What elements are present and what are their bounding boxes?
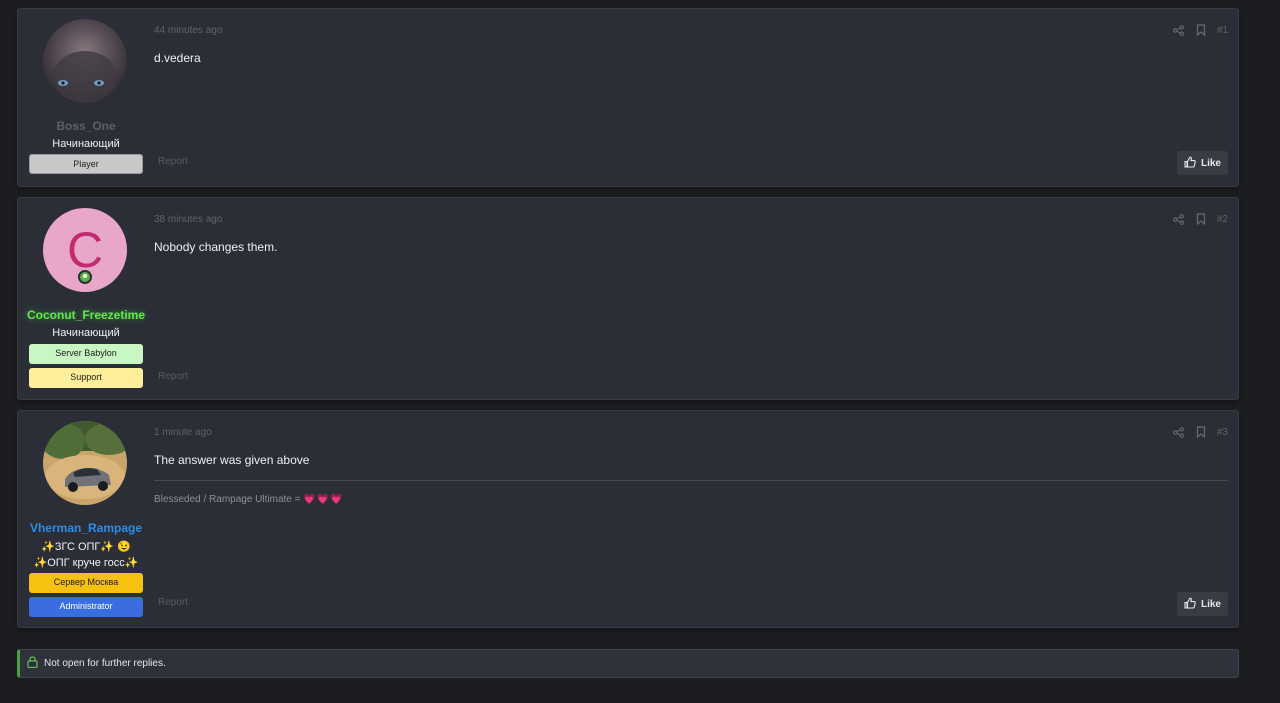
post-message: Nobody changes them. bbox=[154, 240, 278, 254]
post-number-link[interactable]: #3 bbox=[1217, 427, 1228, 438]
user-banner-player: Player bbox=[29, 154, 143, 174]
user-banner-server: Server Babylon bbox=[29, 344, 143, 364]
avatar[interactable] bbox=[43, 421, 127, 505]
lock-icon bbox=[27, 656, 38, 671]
user-banner-server: Сервер Москва bbox=[29, 573, 143, 593]
report-link[interactable]: Report bbox=[158, 156, 188, 167]
report-link[interactable]: Report bbox=[158, 371, 188, 382]
like-label: Like bbox=[1200, 157, 1221, 169]
share-icon[interactable] bbox=[1167, 425, 1190, 439]
post-timestamp[interactable]: 38 minutes ago bbox=[154, 214, 222, 225]
user-title-line2: ✨ОПГ круче госс✨ bbox=[33, 557, 139, 569]
thumbs-up-icon bbox=[1184, 597, 1196, 612]
locked-notice-text: Not open for further replies. bbox=[44, 658, 166, 669]
like-label: Like bbox=[1200, 598, 1221, 610]
user-cell: Vherman_Rampage ✨ЗГС ОПГ✨ 😉 ✨ОПГ круче г… bbox=[18, 411, 154, 627]
post-3: Vherman_Rampage ✨ЗГС ОПГ✨ 😉 ✨ОПГ круче г… bbox=[17, 410, 1239, 628]
post-timestamp[interactable]: 44 minutes ago bbox=[154, 25, 222, 36]
post-number-link[interactable]: #1 bbox=[1217, 25, 1228, 36]
thumbs-up-icon bbox=[1184, 156, 1196, 171]
bookmark-icon[interactable] bbox=[1190, 23, 1213, 37]
share-icon[interactable] bbox=[1167, 23, 1190, 37]
post-message: d.vedera bbox=[154, 51, 201, 65]
post-actions: #1 bbox=[1167, 23, 1228, 37]
post-2: C Coconut_Freezetime Начинающий Server B… bbox=[17, 197, 1239, 400]
user-cell: Boss_One Начинающий Player bbox=[18, 9, 154, 186]
signature-text: Blesseded / Rampage Ultimate = bbox=[154, 494, 301, 505]
signature-divider bbox=[154, 480, 1228, 481]
avatar[interactable] bbox=[43, 19, 127, 103]
user-title: Начинающий bbox=[52, 138, 120, 150]
post-actions: #2 bbox=[1167, 212, 1228, 226]
user-cell: C Coconut_Freezetime Начинающий Server B… bbox=[18, 198, 154, 399]
user-title: Начинающий bbox=[52, 327, 120, 339]
user-banner-administrator: Administrator bbox=[29, 597, 143, 617]
user-banner-support: Support bbox=[29, 368, 143, 388]
signature-hearts: 💗💗💗 bbox=[303, 494, 344, 505]
post-timestamp[interactable]: 1 minute ago bbox=[154, 427, 212, 438]
username[interactable]: Coconut_Freezetime bbox=[18, 308, 154, 322]
bookmark-icon[interactable] bbox=[1190, 212, 1213, 226]
username[interactable]: Vherman_Rampage bbox=[18, 521, 154, 535]
post-number-link[interactable]: #2 bbox=[1217, 214, 1228, 225]
online-status-icon bbox=[78, 270, 92, 284]
user-title-line1: ✨ЗГС ОПГ✨ 😉 bbox=[41, 541, 131, 553]
share-icon[interactable] bbox=[1167, 212, 1190, 226]
like-button[interactable]: Like bbox=[1177, 151, 1228, 175]
signature: Blesseded / Rampage Ultimate = 💗💗💗 bbox=[154, 494, 344, 505]
avatar-letter: C bbox=[66, 222, 104, 278]
report-link[interactable]: Report bbox=[158, 597, 188, 608]
post-message: The answer was given above bbox=[154, 453, 310, 467]
like-button[interactable]: Like bbox=[1177, 592, 1228, 616]
bookmark-icon[interactable] bbox=[1190, 425, 1213, 439]
thread-locked-notice: Not open for further replies. bbox=[17, 649, 1239, 678]
post-1: Boss_One Начинающий Player 44 minutes ag… bbox=[17, 8, 1239, 187]
post-actions: #3 bbox=[1167, 425, 1228, 439]
username[interactable]: Boss_One bbox=[18, 119, 154, 133]
